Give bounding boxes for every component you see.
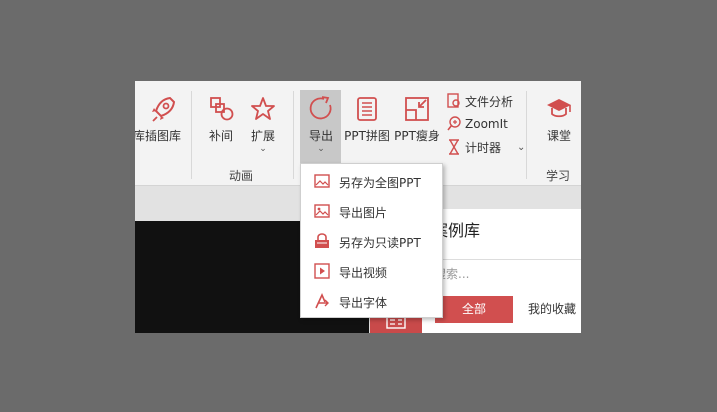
zoom-icon [447, 116, 461, 131]
font-icon [315, 293, 329, 309]
export-refresh-icon [309, 96, 332, 120]
classroom-button[interactable]: 课堂 [541, 95, 577, 144]
menu-item-label: 导出字体 [339, 296, 388, 310]
menu-item-export-image[interactable]: 导出图片 [301, 196, 442, 226]
tween-label: 补间 [208, 129, 233, 143]
ppt-collage-label: PPT拼图 [344, 129, 390, 143]
ppt-collage-button[interactable]: PPT拼图 [343, 95, 391, 144]
chevron-down-icon: ⌄ [517, 141, 526, 153]
graduation-cap-icon [547, 99, 571, 118]
image-icon [314, 204, 330, 218]
group-label-animation: 动画 [229, 169, 254, 183]
lock-icon [315, 233, 329, 248]
tween-button[interactable]: 补间 [205, 95, 237, 144]
hourglass-icon [449, 139, 459, 155]
tab-all-button[interactable]: 全部 [435, 296, 513, 323]
timer-button[interactable]: 计时器 ⌄ [447, 137, 525, 157]
ribbon-separator [191, 91, 192, 179]
file-analysis-icon [447, 93, 460, 108]
insert-library-button[interactable]: 插图库 [143, 95, 183, 144]
ribbon-separator [526, 91, 527, 179]
group-label-study: 学习 [546, 169, 571, 183]
extend-label: 扩展 [250, 129, 275, 143]
zoomit-button[interactable]: ZoomIt [447, 114, 508, 134]
menu-item-label: 另存为全图PPT [339, 176, 421, 190]
collage-icon [357, 97, 377, 121]
image-ppt-icon [314, 174, 330, 188]
ribbon-separator [293, 91, 294, 179]
compress-icon [405, 97, 429, 121]
chevron-down-icon: ⌄ [259, 144, 267, 154]
menu-item-label: 导出图片 [339, 206, 388, 220]
ppt-slim-button[interactable]: PPT瘦身 [393, 95, 441, 144]
menu-item-label: 另存为只读PPT [339, 236, 421, 250]
menu-item-save-readonly-ppt[interactable]: 另存为只读PPT [301, 226, 442, 256]
file-analysis-button[interactable]: 文件分析 [447, 91, 513, 111]
export-dropdown-menu: 另存为全图PPT 导出图片 另存为只读PPT 导出视频 导出字体 [300, 163, 443, 318]
menu-item-export-font[interactable]: 导出字体 [301, 286, 442, 316]
classroom-label: 课堂 [546, 129, 571, 143]
zoomit-label: ZoomIt [465, 117, 508, 131]
file-analysis-label: 文件分析 [465, 94, 514, 109]
video-icon [314, 263, 330, 279]
timer-label: 计时器 [465, 140, 502, 155]
star-icon [251, 97, 275, 120]
ppt-slim-label: PPT瘦身 [394, 129, 440, 143]
menu-item-export-video[interactable]: 导出视频 [301, 256, 442, 286]
chevron-down-icon: ⌄ [317, 144, 325, 154]
rocket-icon [152, 96, 176, 122]
menu-item-label: 导出视频 [339, 266, 388, 280]
export-button[interactable]: 导出 ⌄ [302, 95, 340, 154]
insert-library-label: 插图库 [144, 129, 181, 143]
tab-favorites[interactable]: 我的收藏 [528, 296, 576, 323]
menu-item-save-full-image-ppt[interactable]: 另存为全图PPT [301, 166, 442, 196]
export-label: 导出 [308, 129, 333, 143]
tween-icon [210, 97, 234, 121]
extend-button[interactable]: 扩展 ⌄ [247, 95, 279, 154]
